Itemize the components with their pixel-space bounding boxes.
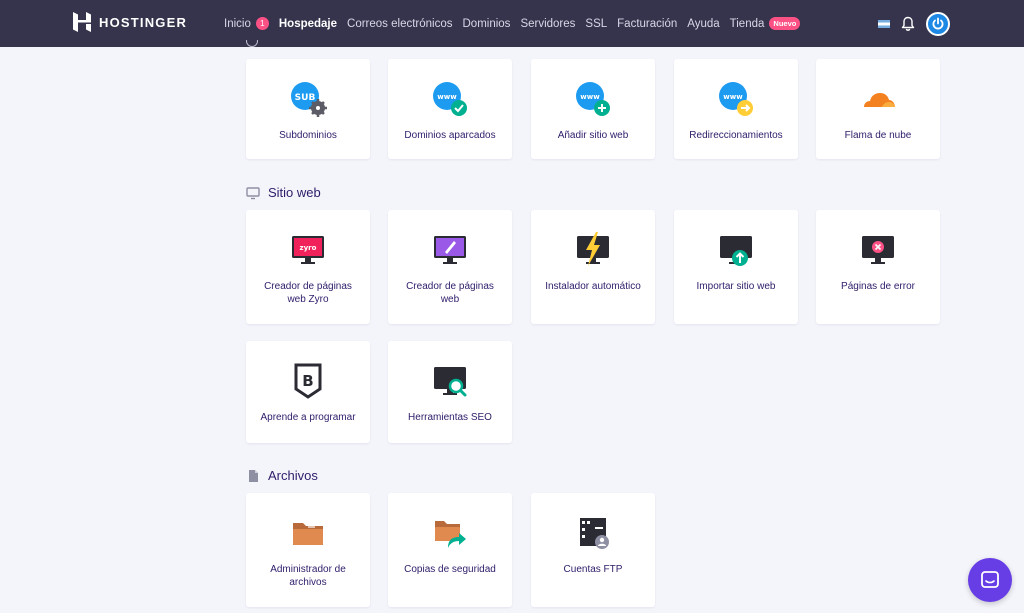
card-label: Flama de nube [844,130,912,141]
file-manager-icon [288,513,328,553]
topbar-actions [878,0,950,47]
nav-facturacion-label: Facturación [617,17,678,30]
brand-name: HOSTINGER [99,14,188,30]
nav-facturacion[interactable]: Facturación [617,18,677,30]
seo-tools-icon [430,361,470,401]
card-anadir-sitio-web[interactable]: www Añadir sitio web [531,59,655,159]
new-badge: Nuevo [769,17,801,30]
cloudflare-icon [858,79,898,119]
archivos-section-header: Archivos [246,468,318,483]
auto-installer-icon [573,230,613,270]
card-label: Instalador automático [545,281,641,292]
section-title: Sitio web [268,185,321,200]
card-subdominios[interactable]: SUB Subdominios [246,59,370,159]
nav-correos-label: Correos electrónicos [347,17,453,30]
nav-ssl[interactable]: SSL [585,18,607,30]
sitio-web-section-header: Sitio web [246,185,321,200]
card-redireccionamientos[interactable]: www Redireccionamientos [674,59,798,159]
card-label: Subdominios [279,130,337,141]
card-creador-paginas-web[interactable]: Creador de páginas web [388,210,512,324]
hostinger-logo-icon [73,12,91,32]
card-label: Aprende a programar [260,412,356,423]
card-label: Importar sitio web [696,281,776,292]
svg-text:www: www [437,93,457,101]
svg-text:B: B [302,372,313,390]
card-paginas-de-error[interactable]: Páginas de error [816,210,940,324]
website-builder-icon [430,230,470,270]
bell-icon[interactable] [900,16,916,32]
chat-support-button[interactable] [968,558,1012,602]
section-title: Archivos [268,468,318,483]
card-label: Dominios aparcados [404,130,496,141]
zyro-logo-text: zyro [300,244,317,252]
nav-ayuda[interactable]: Ayuda [687,18,719,30]
backups-icon [430,513,470,553]
document-icon [249,469,258,482]
nav-tienda-label: Tienda [729,17,765,30]
card-herramientas-seo[interactable]: Herramientas SEO [388,341,512,443]
dominios-section-icon [246,40,258,47]
import-website-icon [716,230,756,270]
svg-text:www: www [723,93,743,101]
card-label: Cuentas FTP [563,564,623,575]
nav-hospedaje[interactable]: Hospedaje [279,18,337,30]
nav-servidores[interactable]: Servidores [520,18,575,30]
card-importar-sitio-web[interactable]: Importar sitio web [674,210,798,324]
card-flama-de-nube[interactable]: Flama de nube [816,59,940,159]
chat-icon [981,571,999,588]
notification-count-badge: 1 [255,17,269,30]
nav-ayuda-label: Ayuda [687,17,720,30]
card-copias-de-seguridad[interactable]: Copias de seguridad [388,493,512,607]
card-instalador-automatico[interactable]: Instalador automático [531,210,655,324]
language-flag-icon[interactable] [878,19,890,28]
account-power-icon[interactable] [926,11,950,36]
card-cuentas-ftp[interactable]: Cuentas FTP [531,493,655,607]
card-label: Copias de seguridad [404,564,496,575]
nav-dominios-label: Dominios [462,17,511,30]
parked-domain-icon: www [430,79,470,119]
svg-text:SUB: SUB [295,93,316,103]
card-label: Páginas de error [841,281,915,292]
add-website-icon: www [573,79,613,119]
nav-inicio-label: Inicio [224,17,251,30]
learn-code-icon: B [288,361,328,401]
card-label: Añadir sitio web [557,130,629,141]
monitor-icon [246,186,260,199]
nav-servidores-label: Servidores [520,17,576,30]
subdomain-icon: SUB [288,79,328,119]
main-nav: Inicio 1 Hospedaje Correos electrónicos … [224,0,801,47]
error-pages-icon [858,230,898,270]
redirect-icon: www [716,79,756,119]
card-administrador-de-archivos[interactable]: Administrador de archivos [246,493,370,607]
card-creador-zyro[interactable]: zyro Creador de páginas web Zyro [246,210,370,324]
card-label: Redireccionamientos [689,130,783,141]
nav-ssl-label: SSL [585,17,608,30]
zyro-builder-icon: zyro [288,230,328,270]
nav-inicio[interactable]: Inicio 1 [224,17,269,30]
card-label: Creador de páginas web [406,281,494,305]
top-navigation-bar: HOSTINGER Inicio 1 Hospedaje Correos ele… [0,0,1024,47]
card-dominios-aparcados[interactable]: www Dominios aparcados [388,59,512,159]
nav-tienda[interactable]: Tienda Nuevo [730,17,801,30]
card-label: Herramientas SEO [408,412,492,423]
nav-correos[interactable]: Correos electrónicos [347,18,452,30]
card-label: Creador de páginas web Zyro [264,281,352,305]
nav-dominios[interactable]: Dominios [463,18,511,30]
svg-text:www: www [580,93,600,101]
nav-hospedaje-label: Hospedaje [278,17,338,30]
card-label: Administrador de archivos [270,564,346,588]
card-aprende-a-programar[interactable]: B Aprende a programar [246,341,370,443]
ftp-accounts-icon [573,513,613,553]
hostinger-logo[interactable]: HOSTINGER [73,12,187,32]
